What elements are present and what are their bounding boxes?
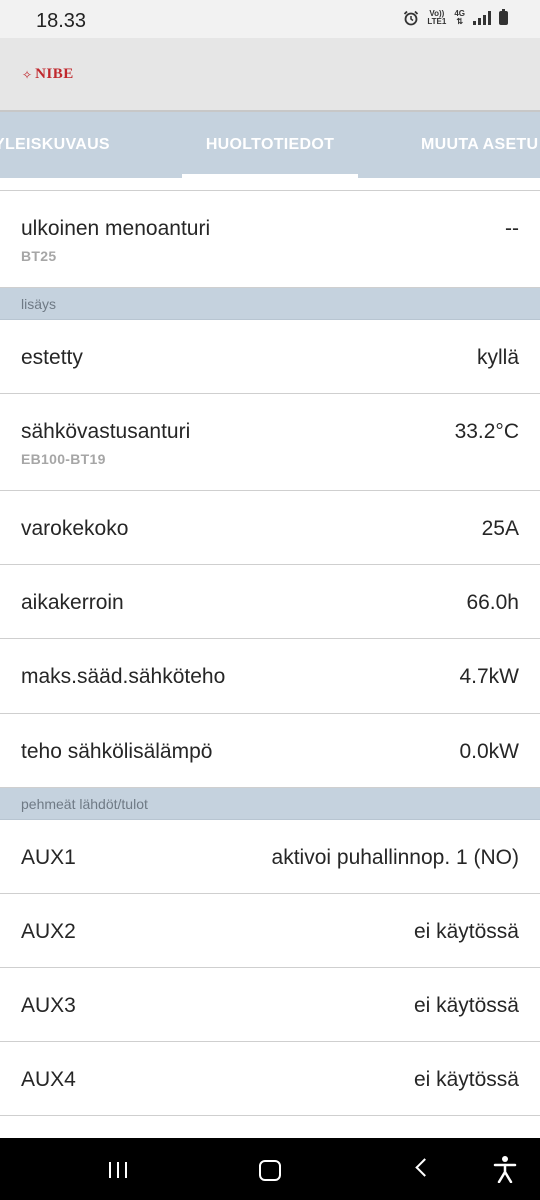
list-item-blocked[interactable]: estetty kyllä — [0, 320, 540, 394]
item-label: AUX2 — [21, 920, 76, 943]
list-item-max-elec-power[interactable]: maks.sääd.sähköteho 4.7kW — [0, 639, 540, 714]
app-header: ✧ NIBE — [0, 38, 540, 112]
section-header-lisays: lisäys — [0, 288, 540, 320]
item-label: teho sähkölisälämpö — [21, 740, 213, 763]
item-label: AUX1 — [21, 846, 76, 869]
item-label: AUX4 — [21, 1068, 76, 1091]
system-nav-bar — [0, 1138, 540, 1200]
item-label: estetty — [21, 346, 83, 369]
list-item-outdoor-flow-sensor[interactable]: ulkoinen menoanturi BT25 -- — [0, 191, 540, 288]
list-item-aux1[interactable]: AUX1 aktivoi puhallinnop. 1 (NO) — [0, 820, 540, 894]
item-value: 33.2°C — [454, 420, 519, 443]
tab-muuta-asetuksia[interactable]: MUUTA ASETU — [421, 112, 538, 178]
service-info-list: ulkoinen menoanturi BT25 -- lisäys estet… — [0, 178, 540, 1116]
back-icon[interactable] — [415, 1158, 434, 1177]
network-indicator: 4G ⇅ — [454, 9, 465, 26]
tab-yleiskuvaus[interactable]: YLEISKUVAUS — [0, 112, 110, 178]
tab-bar: YLEISKUVAUS HUOLTOTIEDOT MUUTA ASETU — [0, 112, 540, 178]
item-label: sähkövastusanturi — [21, 420, 191, 443]
list-item-aux3[interactable]: AUX3 ei käytössä — [0, 968, 540, 1042]
item-value: ei käytössä — [413, 1068, 519, 1091]
item-sublabel: BT25 — [21, 248, 57, 264]
item-value: kyllä — [476, 346, 519, 369]
section-title: lisäys — [21, 296, 57, 312]
item-value: 0.0kW — [459, 740, 519, 763]
list-item-aux2[interactable]: AUX2 ei käytössä — [0, 894, 540, 968]
item-value: -- — [505, 217, 519, 240]
status-time: 18.33 — [36, 10, 87, 32]
section-title: pehmeät lähdöt/tulot — [21, 796, 148, 812]
nibe-logo-mark-icon: ✧ — [22, 67, 33, 82]
alarm-icon — [404, 10, 419, 26]
item-label: ulkoinen menoanturi — [21, 217, 211, 240]
list-item-additional-heat-power[interactable]: teho sähkölisälämpö 0.0kW — [0, 714, 540, 788]
status-icons: Vo)) LTE1 4G ⇅ — [403, 9, 508, 26]
item-value: 4.7kW — [459, 665, 519, 688]
accessibility-icon[interactable] — [493, 1155, 517, 1183]
list-item-fuse-size[interactable]: varokekoko 25A — [0, 491, 540, 565]
item-value: aktivoi puhallinnop. 1 (NO) — [271, 846, 519, 869]
list-item-elec-heater-sensor[interactable]: sähkövastusanturi EB100-BT19 33.2°C — [0, 394, 540, 491]
home-icon[interactable] — [259, 1160, 281, 1181]
list-item-time-factor[interactable]: aikakerroin 66.0h — [0, 565, 540, 639]
nibe-logo: ✧ NIBE — [22, 66, 74, 82]
item-value: 66.0h — [466, 591, 519, 614]
item-value: ei käytössä — [413, 994, 519, 1017]
item-label: varokekoko — [21, 517, 129, 540]
item-label: AUX3 — [21, 994, 76, 1017]
item-value: 25A — [481, 517, 519, 540]
item-label: aikakerroin — [21, 591, 124, 614]
item-value: ei käytössä — [413, 920, 519, 943]
list-divider — [0, 178, 540, 191]
battery-icon — [499, 9, 508, 25]
volte-indicator: Vo)) LTE1 — [427, 9, 447, 26]
section-header-soft-inputs-outputs: pehmeät lähdöt/tulot — [0, 788, 540, 820]
signal-icon — [473, 11, 491, 25]
item-sublabel: EB100-BT19 — [21, 451, 106, 467]
list-item-aux4[interactable]: AUX4 ei käytössä — [0, 1042, 540, 1116]
item-label: maks.sääd.sähköteho — [21, 665, 226, 688]
status-bar: 18.33 Vo)) LTE1 4G ⇅ — [0, 0, 540, 38]
tab-huoltotiedot[interactable]: HUOLTOTIEDOT — [182, 112, 358, 178]
recent-apps-icon[interactable] — [109, 1162, 127, 1178]
